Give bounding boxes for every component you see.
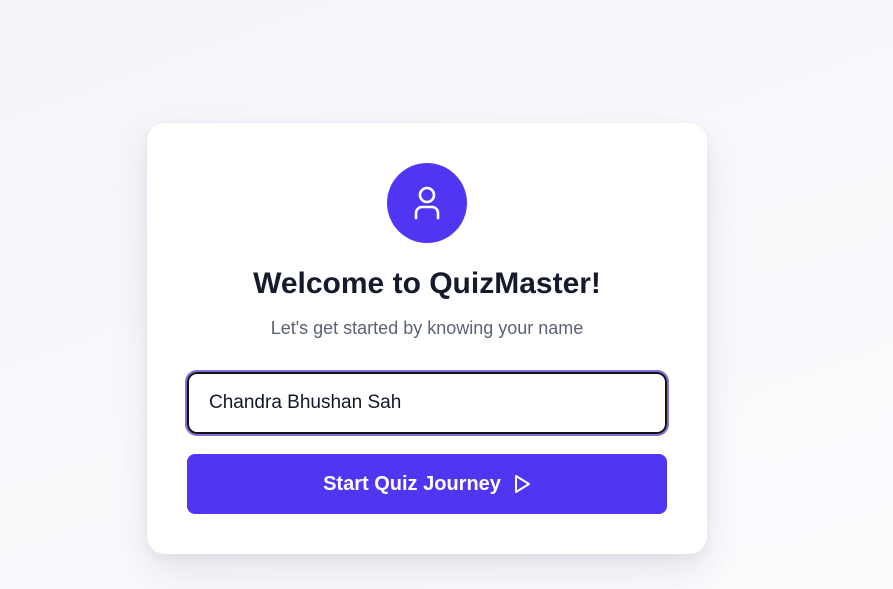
page-title: Welcome to QuizMaster!: [253, 267, 601, 300]
user-icon: [413, 186, 441, 220]
welcome-card: Welcome to QuizMaster! Let's get started…: [147, 123, 707, 554]
avatar: [387, 163, 467, 243]
start-quiz-button[interactable]: Start Quiz Journey: [187, 454, 667, 514]
play-icon: [513, 474, 531, 494]
page-subtitle: Let's get started by knowing your name: [270, 318, 584, 338]
name-input[interactable]: [185, 370, 669, 436]
start-quiz-button-label: Start Quiz Journey: [323, 472, 501, 495]
